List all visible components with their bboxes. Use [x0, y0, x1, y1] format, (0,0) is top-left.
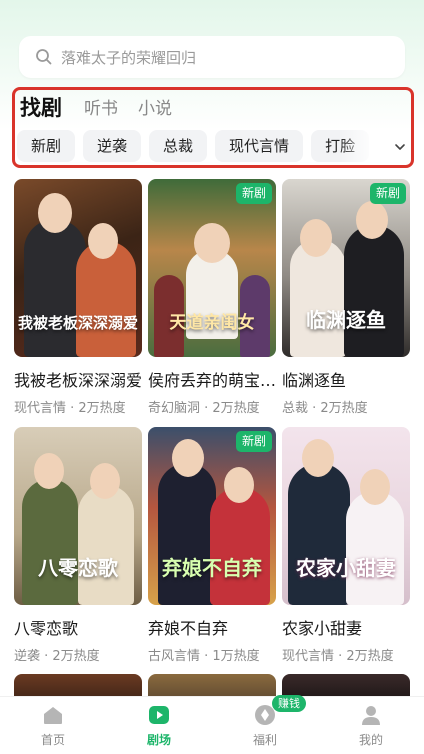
tab-find-drama[interactable]: 找剧: [20, 94, 62, 122]
card-title[interactable]: 八零恋歌: [14, 615, 144, 639]
nav-label: 首页: [40, 733, 65, 747]
drama-card[interactable]: 农家小甜妻 农家小甜妻 现代言情 · 2万热度: [282, 427, 410, 664]
bottom-nav: 首页 剧场 福利 赚钱 我的: [0, 695, 424, 754]
card-meta: 现代言情 · 2万热度: [282, 649, 394, 664]
chips-fade: [340, 128, 392, 164]
poster-image[interactable]: 弃娘不自弃 新剧: [148, 427, 276, 605]
nav-home[interactable]: 首页: [0, 697, 106, 754]
chip-new[interactable]: 新剧: [17, 130, 76, 162]
poster-title-art: 我被老板深深溺爱: [17, 314, 138, 332]
card-title[interactable]: 农家小甜妻: [282, 615, 412, 639]
poster-title-art: 八零恋歌: [38, 556, 118, 580]
poster-image[interactable]: 天道亲闺女 新剧: [148, 179, 276, 357]
drama-card[interactable]: 弃娘不自弃 新剧 弃娘不自弃 古风言情 · 1万热度: [148, 427, 276, 664]
nav-label: 剧场: [146, 733, 171, 747]
chip-ceo[interactable]: 总裁: [149, 130, 208, 162]
poster-image[interactable]: 我被老板深深溺爱: [14, 179, 142, 357]
poster-title-art: 弃娘不自弃: [162, 556, 262, 580]
tab-audiobook[interactable]: 听书: [84, 96, 118, 122]
card-title[interactable]: 我被老板深深溺爱: [14, 367, 144, 391]
nav-welfare[interactable]: 福利 赚钱: [212, 695, 318, 754]
card-title[interactable]: 弃娘不自弃: [148, 615, 278, 639]
poster-image[interactable]: 八零恋歌: [14, 427, 142, 605]
poster-image[interactable]: 农家小甜妻: [282, 427, 410, 605]
search-placeholder: 落难太子的荣耀回归: [61, 48, 197, 67]
poster-title-art: 天道亲闺女: [169, 313, 255, 333]
category-chips: 新剧 逆袭 总裁 现代言情 打脸: [17, 130, 387, 162]
play-icon: [149, 706, 169, 724]
new-badge: 新剧: [369, 183, 406, 204]
nav-profile[interactable]: 我的: [318, 697, 424, 754]
card-meta: 古风言情 · 1万热度: [148, 649, 260, 664]
top-tabs: 找剧 听书 小说: [20, 92, 192, 122]
drama-card[interactable]: 天道亲闺女 新剧 侯府丢弃的萌宝是天道亲闺女 奇幻脑洞 · 2万热度: [148, 179, 278, 416]
search-bar[interactable]: 落难太子的荣耀回归: [19, 36, 405, 78]
chevron-down-icon[interactable]: [393, 140, 407, 154]
chip-modern-romance[interactable]: 现代言情: [215, 130, 304, 162]
nav-theater[interactable]: 剧场: [106, 697, 212, 754]
new-badge: 新剧: [235, 183, 272, 204]
card-title[interactable]: 侯府丢弃的萌宝是天道亲闺女: [148, 367, 278, 391]
drama-card[interactable]: 我被老板深深溺爱 我被老板深深溺爱 现代言情 · 2万热度: [14, 179, 142, 416]
user-icon: [362, 706, 380, 725]
poster-title-art: 农家小甜妻: [296, 556, 396, 580]
card-meta: 逆袭 · 2万热度: [14, 649, 100, 664]
card-meta: 总裁 · 2万热度: [282, 401, 368, 416]
nav-label: 我的: [358, 733, 383, 747]
card-meta: 奇幻脑洞 · 2万热度: [148, 401, 260, 416]
card-meta: 现代言情 · 2万热度: [14, 401, 126, 416]
poster-image[interactable]: 临渊逐鱼 新剧: [282, 179, 410, 357]
tab-novel[interactable]: 小说: [138, 96, 172, 122]
drama-card[interactable]: 临渊逐鱼 新剧 临渊逐鱼 总裁 · 2万热度: [282, 179, 410, 416]
search-icon: [36, 49, 52, 65]
card-title[interactable]: 临渊逐鱼: [282, 367, 412, 391]
earn-badge: 赚钱: [272, 695, 306, 712]
poster-title-art: 临渊逐鱼: [306, 308, 386, 332]
drama-card[interactable]: 八零恋歌 八零恋歌 逆袭 · 2万热度: [14, 427, 142, 664]
home-icon: [44, 707, 62, 724]
chip-comeback[interactable]: 逆袭: [83, 130, 142, 162]
nav-label: 福利: [252, 733, 277, 747]
new-badge: 新剧: [235, 431, 272, 452]
